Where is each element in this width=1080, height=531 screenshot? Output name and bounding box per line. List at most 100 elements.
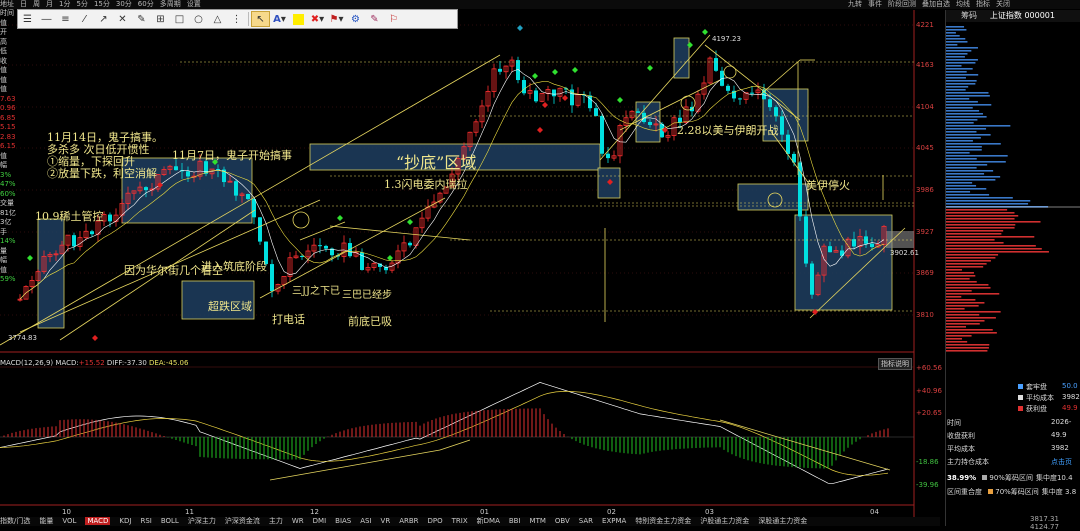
chip-bar — [946, 128, 987, 130]
channel-icon[interactable]: ≡ — [56, 11, 75, 27]
indicator-tab-13[interactable]: ASI — [360, 517, 371, 525]
annotation-fangliang[interactable]: ②放量下跌，利空消解 — [47, 165, 157, 181]
stat-value-3[interactable]: 点击页 — [1051, 457, 1072, 467]
annotation-jj[interactable]: 三JJ之下已 — [292, 282, 340, 297]
chip-bar — [946, 260, 991, 262]
chip-bar — [946, 89, 966, 91]
indicator-tab-5[interactable]: RSI — [140, 517, 151, 525]
signal-marker — [647, 65, 653, 71]
annotation-venezuela[interactable]: 1.3闪电委内瑞拉 — [384, 176, 468, 192]
indicator-tab-20[interactable]: MTM — [530, 517, 546, 525]
indicator-tab-19[interactable]: BBI — [509, 517, 521, 525]
chip-bar — [946, 200, 1031, 202]
settings-icon[interactable]: ⚙ — [346, 11, 365, 27]
annotation-ceasefire[interactable]: 美伊停火 — [806, 177, 850, 193]
indicator-tab-15[interactable]: ARBR — [399, 517, 418, 525]
chip-bar — [946, 44, 958, 46]
annotation-circle — [723, 65, 737, 79]
indicator-tab-25[interactable]: 沪股通主力资金 — [700, 517, 749, 525]
indicator-tab-3[interactable]: MACD — [85, 517, 111, 525]
info-label-1: 值 — [0, 18, 7, 27]
annotation-ba[interactable]: 三巴已经步 — [342, 286, 392, 301]
indicator-tab-6[interactable]: BOLL — [161, 517, 179, 525]
indicator-tab-14[interactable]: VR — [381, 517, 391, 525]
chip-bar — [946, 47, 978, 49]
menu-icon[interactable]: ☰ — [18, 11, 37, 27]
annotation-prev-bottom[interactable]: 前底已吸 — [348, 313, 392, 329]
fib-icon[interactable]: ⋮ — [227, 11, 246, 27]
stat-row-1: 收盘获利 49.9 — [947, 431, 1080, 441]
indicator-tab-24[interactable]: 特别资金主力资金 — [635, 517, 691, 525]
indicator-tab-22[interactable]: SAR — [579, 517, 593, 525]
info-label-19: 60% — [0, 189, 16, 198]
indicator-tabs[interactable]: 指数/门选 能量 VOL MACD KDJ RSI BOLL 沪深主力 沪深资金流 主力 WR DMI… — [0, 517, 940, 526]
drawing-toolbar[interactable]: ☰ ― ≡ ⁄ ↗ ✕ ✎ ⊞ □ ○ △ ⋮ ↖ A ▾ ✖ ▾ ⚑ ▾ ⚙ ✎ ⚐ — [17, 9, 458, 29]
flag2-icon[interactable]: ⚐ — [384, 11, 403, 27]
macd-axis-label-1: +40.96 — [916, 387, 942, 395]
annotation-box — [37, 218, 65, 329]
annotation-bottoming[interactable]: 进入筑底阶段 — [201, 258, 267, 274]
annotation-phone-call[interactable]: 打电话 — [272, 311, 305, 327]
triangle-icon[interactable]: △ — [208, 11, 227, 27]
current-price-box — [886, 231, 914, 248]
draw-tool-icon[interactable]: ✎ — [365, 11, 384, 27]
indicator-tab-16[interactable]: DPO — [428, 517, 443, 525]
chip-bar — [946, 221, 1041, 223]
indicator-tab-23[interactable]: EXPMA — [602, 517, 626, 525]
text-icon[interactable]: A ▾ — [270, 11, 289, 27]
legend-label-1: 平均成本 — [1026, 394, 1054, 402]
time-label-5: 03 — [705, 508, 714, 516]
candle-body — [498, 68, 502, 72]
indicator-tab-1[interactable]: 能量 — [39, 517, 53, 525]
annotation-rare-earth[interactable]: 10.9稀土管控 — [35, 208, 104, 224]
candle-body — [324, 245, 328, 249]
delete-icon[interactable]: ✖ ▾ — [308, 11, 327, 27]
annotation-iran-war[interactable]: 2.28以美与伊朗开战 — [677, 122, 779, 138]
info-label-5: 收 — [0, 56, 7, 65]
diff-label: DIFF: — [106, 359, 125, 367]
indicator-tab-4[interactable]: KDJ — [119, 517, 131, 525]
annotation-circle — [292, 211, 310, 229]
color-icon[interactable] — [289, 11, 308, 27]
indicator-tab-18[interactable]: 新DMA — [477, 517, 500, 525]
indicator-tab-17[interactable]: TRIX — [452, 517, 468, 525]
indicator-help-button[interactable]: 指标说明 — [878, 358, 912, 370]
annotation-bottom-zone[interactable]: “抄底”区域 — [396, 149, 476, 173]
macd-axis-label-0: +60.56 — [916, 364, 942, 372]
right-menu-item-4[interactable]: 均线 — [956, 0, 970, 8]
indicator-tab-21[interactable]: OBV — [555, 517, 570, 525]
info-label-18: 47% — [0, 180, 16, 188]
ray-icon[interactable]: ⁄ — [75, 11, 94, 27]
indicator-tab-11[interactable]: DMI — [313, 517, 327, 525]
chip-bar — [946, 257, 996, 259]
indicator-tab-9[interactable]: 主力 — [269, 517, 283, 525]
cross-icon[interactable]: ✕ — [113, 11, 132, 27]
annotation-nov7[interactable]: 11月7日，鬼子开始搞事 — [172, 147, 292, 163]
indicator-tab-2[interactable]: VOL — [62, 517, 76, 525]
flag-icon[interactable]: ⚑ ▾ — [327, 11, 346, 27]
current-price-tag: 3902.61 — [890, 249, 919, 257]
right-menu-item-5[interactable]: 指标 — [976, 0, 990, 8]
indicator-tab-26[interactable]: 深股通主力资金 — [758, 517, 807, 525]
stat-row-3: 主力持仓成本 点击页 — [947, 457, 1080, 467]
line-icon[interactable]: ― — [37, 11, 56, 27]
indicator-tab-0[interactable]: 指数/门选 — [0, 517, 30, 525]
pen-icon[interactable]: ✎ — [132, 11, 151, 27]
indicator-tab-12[interactable]: BIAS — [335, 517, 351, 525]
grid-icon[interactable]: ⊞ — [151, 11, 170, 27]
kline-chart[interactable] — [0, 0, 945, 517]
chip-bar — [946, 305, 979, 307]
annotation-oversold[interactable]: 超跌区域 — [208, 298, 252, 314]
circle-icon[interactable]: ○ — [189, 11, 208, 27]
chip-bar — [946, 344, 990, 346]
cursor-icon[interactable]: ↖ — [251, 11, 270, 27]
indicator-tab-10[interactable]: WR — [292, 517, 304, 525]
candle-body — [408, 242, 412, 246]
indicator-tab-8[interactable]: 沪深资金流 — [225, 517, 260, 525]
quote-info-panel: 时间值开高低收值值值 7.63 0.96 6.85 5.15 2.83 6.15 值幅 3% 47… — [0, 9, 17, 349]
indicator-tab-7[interactable]: 沪深主力 — [188, 517, 216, 525]
chip-bar — [946, 320, 985, 322]
square-icon[interactable]: □ — [170, 11, 189, 27]
right-menu-item-6[interactable]: 关闭 — [996, 0, 1010, 8]
arrow-icon[interactable]: ↗ — [94, 11, 113, 27]
